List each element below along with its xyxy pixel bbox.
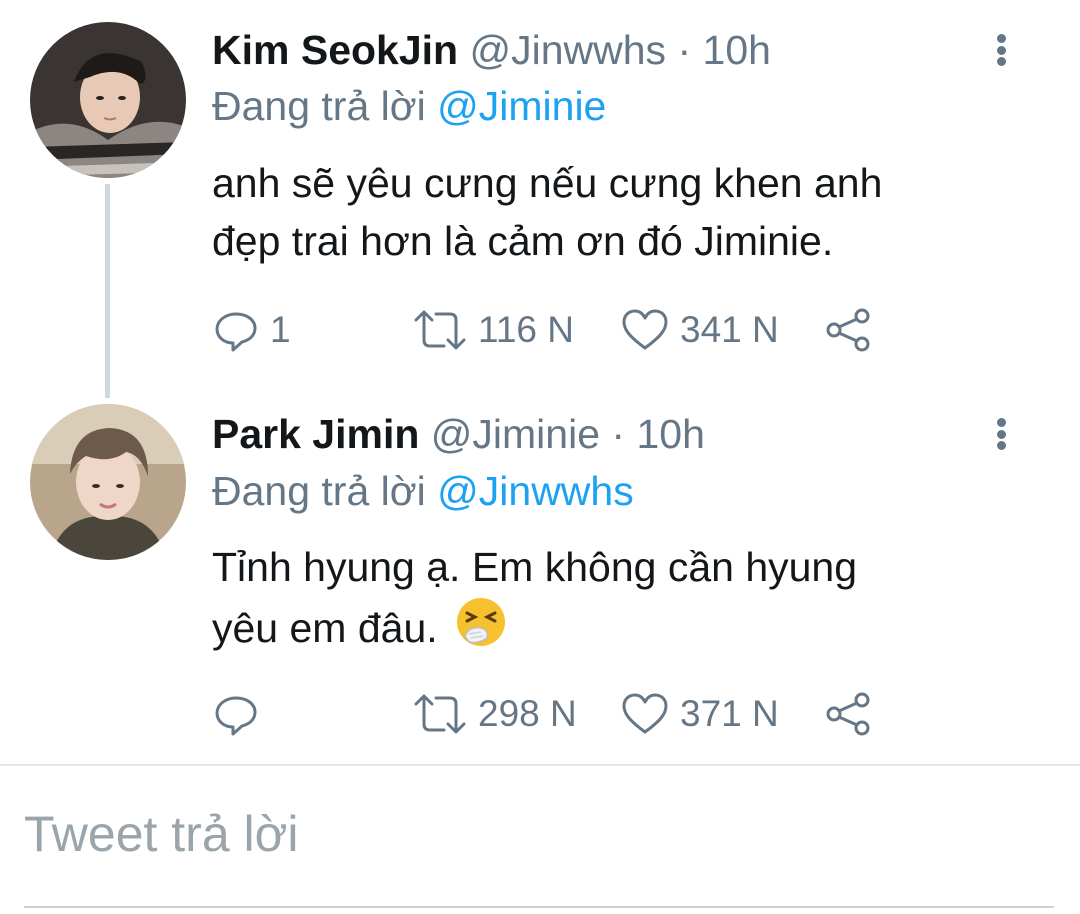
reply-button[interactable] (212, 686, 270, 742)
heart-icon (622, 693, 668, 734)
reply-input-underline (24, 906, 1054, 908)
like-button[interactable]: 371 N (620, 686, 779, 742)
tweet-text-line: yêu em đâu. (212, 596, 1032, 657)
user-handle[interactable]: @Jinwwhs (470, 27, 667, 73)
retweet-count: 298 N (478, 693, 577, 734)
sneezing-face-icon (457, 598, 506, 646)
retweet-button[interactable]: 116 N (412, 302, 574, 358)
retweet-count: 116 N (478, 309, 574, 350)
tweet-header: Park Jimin @Jiminie · 10h (212, 408, 705, 460)
tweet-text-line: anh sẽ yêu cưng nếu cưng khen anh (212, 160, 883, 206)
more-options-icon[interactable] (992, 414, 1010, 454)
share-button[interactable] (824, 302, 874, 358)
thread-line (105, 184, 110, 398)
share-icon (826, 308, 870, 352)
like-button[interactable]: 341 N (620, 302, 779, 358)
display-name[interactable]: Kim SeokJin (212, 27, 458, 73)
reply-count: 1 (270, 309, 291, 350)
separator: · (677, 27, 692, 73)
tweet-text-line: đẹp trai hơn là cảm ơn đó Jiminie. (212, 218, 834, 264)
share-icon (826, 692, 870, 736)
display-name[interactable]: Park Jimin (212, 411, 419, 457)
avatar[interactable] (30, 22, 186, 178)
replying-prefix: Đang trả lời (212, 468, 426, 514)
retweet-button[interactable]: 298 N (412, 686, 577, 742)
share-button[interactable] (824, 686, 874, 742)
timestamp[interactable]: 10h (703, 27, 771, 73)
replying-to-handle[interactable]: @Jiminie (437, 83, 606, 129)
replying-to-handle[interactable]: @Jinwwhs (437, 468, 634, 514)
reply-placeholder: Tweet trả lời (24, 806, 299, 862)
reply-icon (215, 696, 257, 736)
retweet-icon (414, 310, 466, 350)
avatar-photo-icon (30, 404, 186, 560)
avatar-photo-icon (30, 22, 186, 178)
like-count: 341 N (680, 309, 779, 350)
replying-prefix: Đang trả lời (212, 83, 426, 129)
tweet-text: Tỉnh hyung ạ. Em không cần hyung yêu em … (212, 538, 1032, 657)
tweet-actions: 1 116 N 341 N (212, 302, 892, 358)
timestamp[interactable]: 10h (636, 411, 704, 457)
heart-icon (622, 309, 668, 350)
reply-icon (215, 312, 257, 352)
tweet-text-fragment: yêu em đâu. (212, 605, 438, 651)
reply-input[interactable]: Tweet trả lời (24, 805, 299, 863)
tweet-actions: 298 N 371 N (212, 686, 892, 742)
replying-to: Đang trả lời @Jiminie (212, 80, 606, 132)
replying-to: Đang trả lời @Jinwwhs (212, 465, 634, 517)
reply-button[interactable]: 1 (212, 302, 291, 358)
divider (0, 764, 1080, 766)
tweet-text-line: Tỉnh hyung ạ. Em không cần hyung (212, 544, 858, 590)
tweet-text: anh sẽ yêu cưng nếu cưng khen anh đẹp tr… (212, 154, 1032, 270)
user-handle[interactable]: @Jiminie (431, 411, 600, 457)
separator: · (611, 411, 626, 457)
avatar[interactable] (30, 404, 186, 560)
retweet-icon (414, 694, 466, 734)
more-options-icon[interactable] (992, 30, 1010, 70)
like-count: 371 N (680, 693, 779, 734)
tweet-header: Kim SeokJin @Jinwwhs · 10h (212, 24, 771, 76)
